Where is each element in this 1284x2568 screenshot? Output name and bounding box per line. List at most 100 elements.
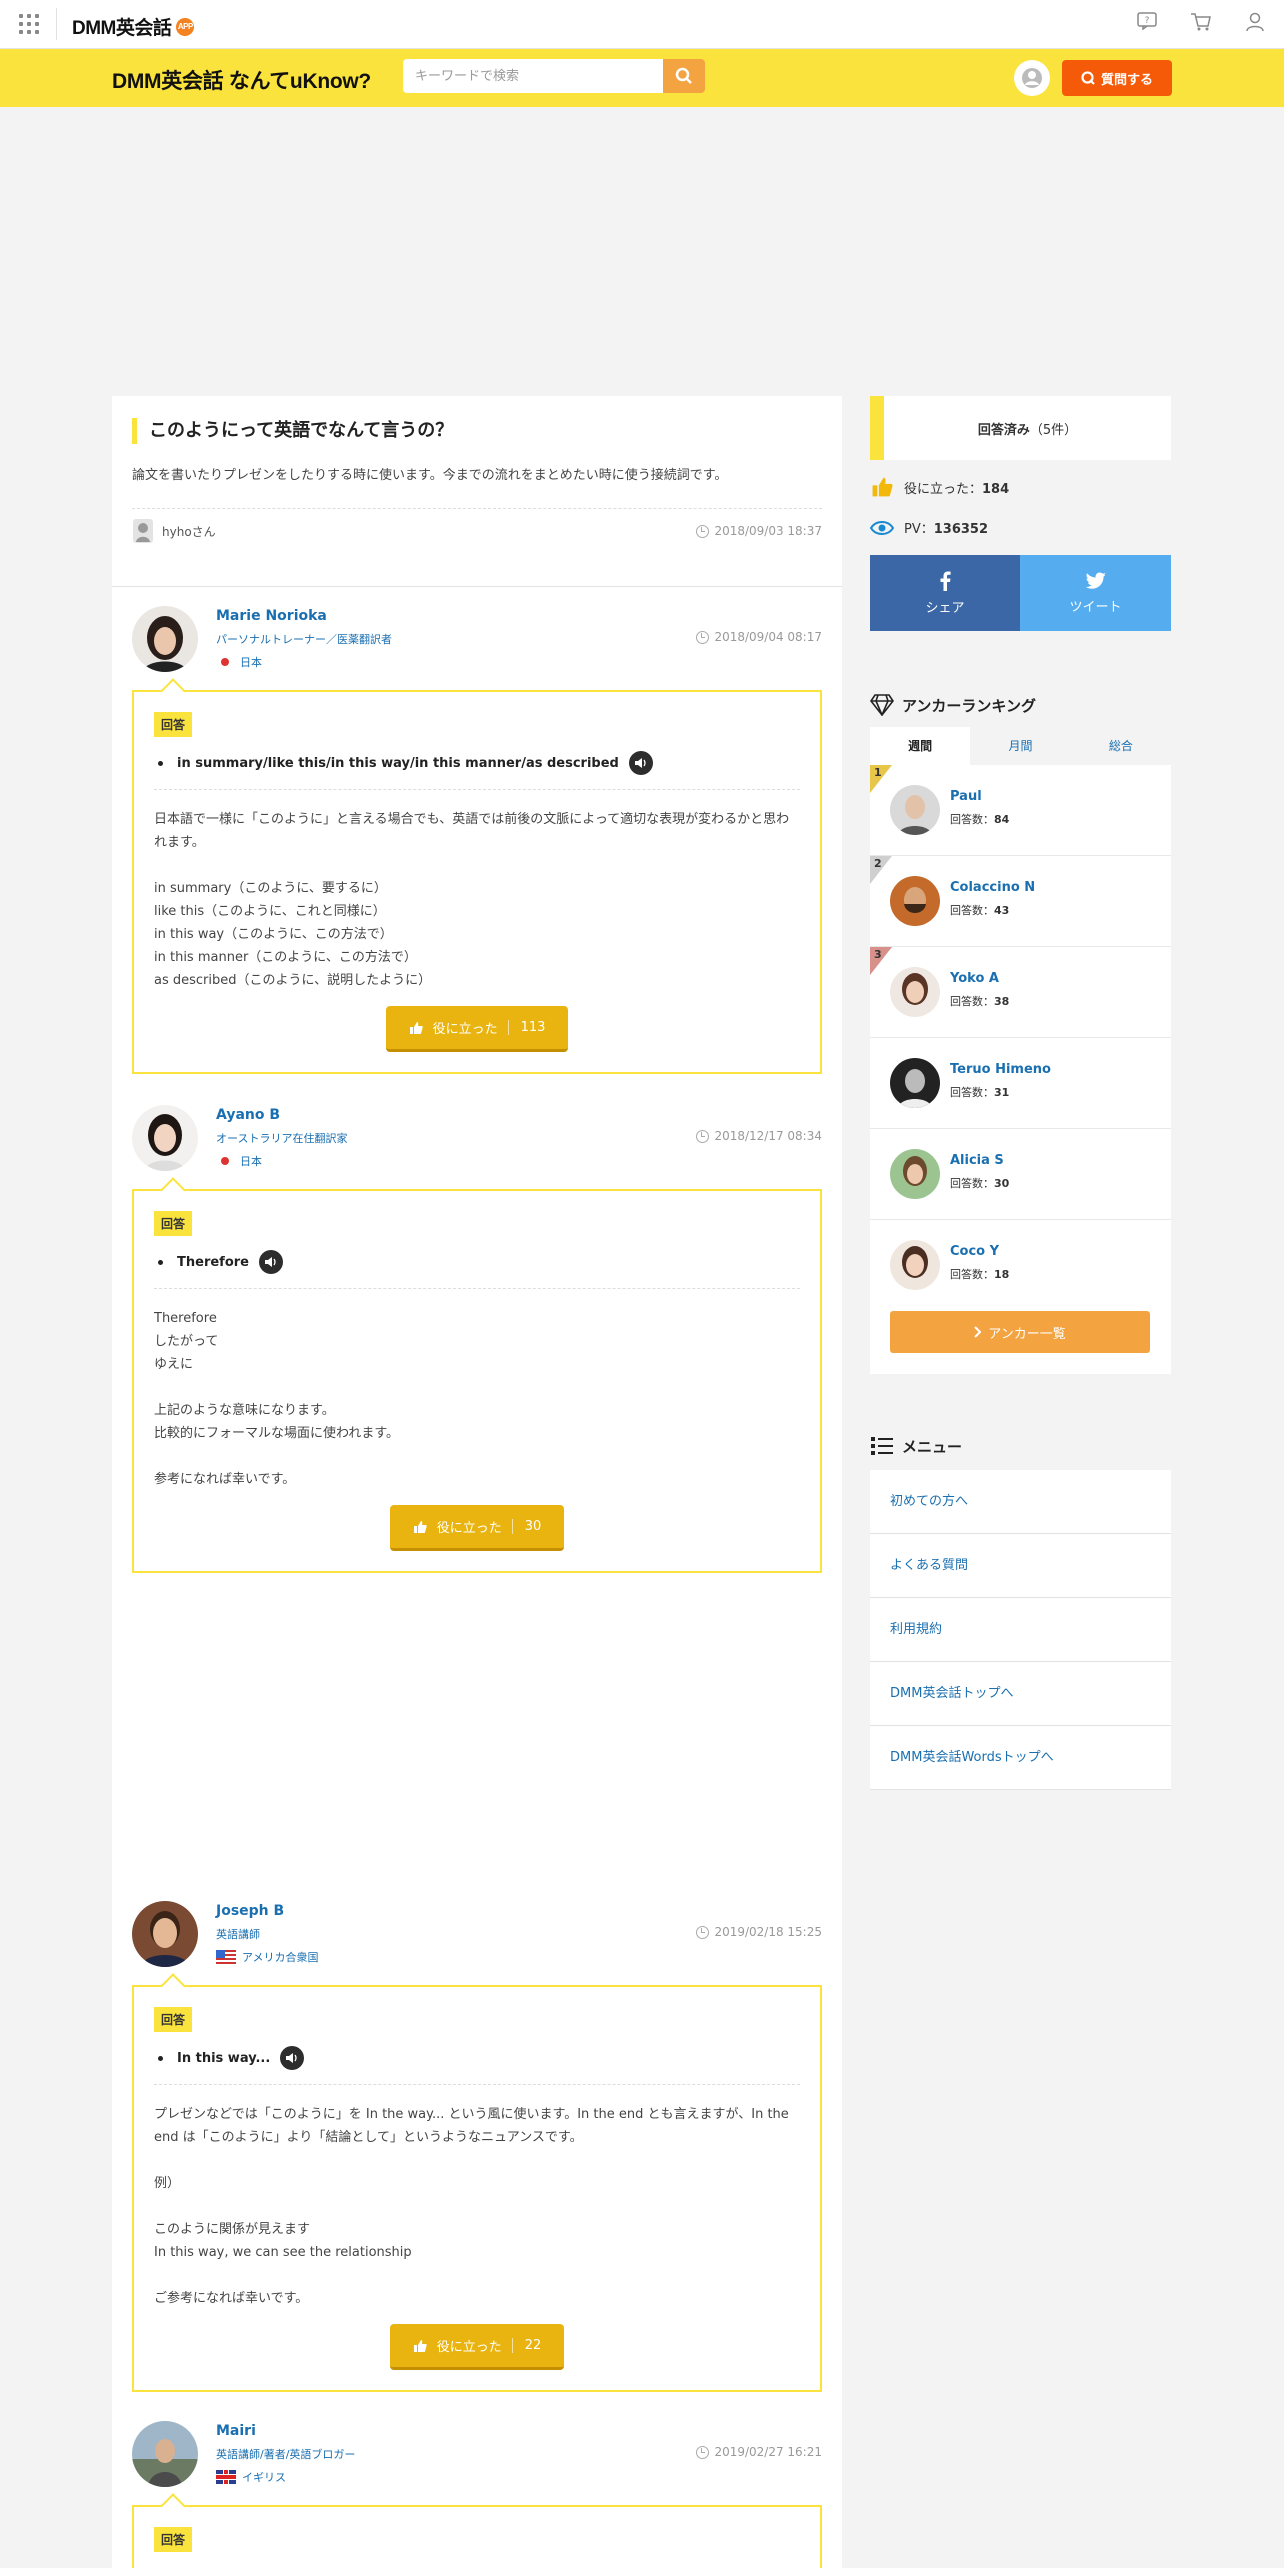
app-badge: APP	[176, 17, 195, 36]
anchor-name[interactable]: Coco Y	[950, 1244, 999, 1259]
facebook-icon	[940, 571, 951, 591]
menu-item-beginners[interactable]: 初めての方へ	[870, 1470, 1171, 1534]
rank-badge: 1	[870, 765, 892, 793]
helpful-button[interactable]: 役に立った 113	[386, 1006, 568, 1052]
tab-weekly[interactable]: 週間	[870, 727, 971, 765]
anchor-name[interactable]: Teruo Himeno	[950, 1062, 1051, 1077]
answer-card: Ayano B オーストラリア在住翻訳家 日本 2018/12/17 08:34…	[132, 1105, 822, 1573]
ranking-title: アンカーランキング	[870, 694, 1036, 716]
answerer-name[interactable]: Ayano B	[216, 1107, 280, 1123]
uk-flag-icon	[216, 2470, 236, 2484]
answer-box: 回答 Therefore Therefore したがって ゆえに 上記のような意…	[132, 1189, 822, 1573]
anchor-avatar	[890, 967, 940, 1017]
anchor-count: 回答数：38	[950, 995, 1010, 1008]
answerer-avatar[interactable]	[132, 606, 198, 672]
ranking-item[interactable]: Teruo Himeno 回答数：31	[870, 1038, 1171, 1129]
helpful-button[interactable]: 役に立った 22	[390, 2324, 564, 2370]
search-button[interactable]	[663, 59, 705, 93]
answerer-job: 英語講師/著者/英語ブロガー	[216, 2448, 356, 2461]
divider	[132, 508, 822, 509]
anchor-avatar	[890, 1149, 940, 1199]
menu-item-terms[interactable]: 利用規約	[870, 1598, 1171, 1662]
question-title: このようにって英語でなんて言うの？	[149, 420, 454, 441]
main-content: このようにって英語でなんて言うの？ 論文を書いたりプレゼンをしたりする時に使いま…	[112, 396, 842, 2568]
help-icon[interactable]: ?	[1136, 12, 1158, 34]
anchor-name[interactable]: Colaccino N	[950, 880, 1035, 895]
cart-icon[interactable]	[1190, 12, 1212, 34]
ranking-tabs: 週間 月間 総合	[870, 727, 1171, 765]
menu-item-dmm-top[interactable]: DMM英会話トップへ	[870, 1662, 1171, 1726]
answerer-name[interactable]: Marie Norioka	[216, 608, 327, 624]
answer-date: 2018/12/17 08:34	[696, 1129, 822, 1143]
top-icons: ?	[1136, 12, 1266, 34]
answerer-country: イギリス	[216, 2469, 286, 2485]
my-avatar[interactable]	[1014, 60, 1050, 96]
answer-date: 2018/09/04 08:17	[696, 630, 822, 644]
anchor-avatar	[890, 1058, 940, 1108]
clock-icon	[696, 2445, 710, 2459]
twitter-share-button[interactable]: ツイート	[1020, 555, 1171, 631]
menu-item-words-top[interactable]: DMM英会話Wordsトップへ	[870, 1726, 1171, 1790]
answerer-avatar[interactable]	[132, 1901, 198, 1967]
search-bar	[403, 59, 705, 93]
rank-badge: 3	[870, 947, 892, 975]
answerer-avatar[interactable]	[132, 1105, 198, 1171]
helpful-button[interactable]: 役に立った 30	[390, 1505, 564, 1551]
answer-date: 2019/02/27 16:21	[696, 2445, 822, 2459]
answerer-name[interactable]: Mairi	[216, 2423, 256, 2439]
anchor-count: 回答数：18	[950, 1268, 1010, 1281]
answer-label: 回答	[154, 2527, 193, 2552]
answer-phrase: Therefore	[154, 1250, 800, 1274]
tab-monthly[interactable]: 月間	[970, 727, 1070, 765]
anchor-name[interactable]: Yoko A	[950, 971, 999, 986]
answerer-country: 日本	[216, 654, 262, 670]
list-icon	[871, 1437, 893, 1455]
answerer-avatar[interactable]	[132, 2421, 198, 2487]
ranking-item[interactable]: 1 Paul 回答数：84	[870, 765, 1171, 856]
anchor-list-button[interactable]: アンカー一覧	[890, 1311, 1150, 1353]
thumbs-up-icon	[413, 1520, 427, 1533]
ranking-item[interactable]: 3 Yoko A 回答数：38	[870, 947, 1171, 1038]
tab-overall[interactable]: 総合	[1071, 727, 1171, 765]
ranking-item[interactable]: 2 Colaccino N 回答数：43	[870, 856, 1171, 947]
usa-flag-icon	[216, 1950, 236, 1964]
speaker-icon[interactable]	[280, 2046, 305, 2070]
japan-flag-icon	[216, 1155, 234, 1167]
ranking-item[interactable]: Coco Y 回答数：18	[870, 1220, 1171, 1311]
clock-icon	[696, 1129, 710, 1143]
answer-label: 回答	[154, 1211, 193, 1236]
answer-label: 回答	[154, 2007, 193, 2032]
dmm-logo[interactable]: DMM英会話 APP	[72, 13, 195, 40]
speaker-icon[interactable]	[258, 1250, 283, 1274]
search-icon	[675, 67, 692, 84]
divider	[154, 2084, 800, 2085]
ranking-item[interactable]: Alicia S 回答数：30	[870, 1129, 1171, 1220]
answerer-name[interactable]: Joseph B	[216, 1903, 284, 1919]
thumbs-up-icon	[413, 2339, 427, 2352]
menu-item-faq[interactable]: よくある質問	[870, 1534, 1171, 1598]
side-menu: 初めての方へ よくある質問 利用規約 DMM英会話トップへ DMM英会話Word…	[870, 1470, 1171, 1790]
answer-text: 日本語で一様に「このように」と言える場合でも、英語では前後の文脈によって適切な表…	[154, 812, 790, 988]
clock-icon	[696, 630, 710, 644]
speaker-icon[interactable]	[628, 751, 653, 775]
uknow-logo[interactable]: DMM英会話 なんてuKnow?	[112, 65, 371, 95]
ranking-list: 1 Paul 回答数：84 2 Colaccino N 回答数：43 3 Yok…	[870, 765, 1171, 1374]
anchor-name[interactable]: Paul	[950, 789, 982, 804]
answer-text: Therefore したがって ゆえに 上記のような意味になります。 比較的にフ…	[154, 1311, 400, 1487]
facebook-share-button[interactable]: シェア	[870, 555, 1020, 631]
apps-grid-icon[interactable]	[19, 14, 39, 34]
ask-question-button[interactable]: 質問する	[1062, 60, 1172, 96]
answer-card: Mairi 英語講師/著者/英語ブロガー イギリス 2019/02/27 16:…	[132, 2421, 822, 2568]
answerer-job: パーソナルトレーナー／医薬翻訳者	[216, 633, 392, 646]
question-author[interactable]: hyhoさん	[132, 518, 216, 544]
clock-icon	[696, 1925, 710, 1939]
user-icon[interactable]	[1244, 12, 1266, 34]
search-input[interactable]	[403, 59, 663, 93]
answered-status: 回答済み （5件）	[870, 396, 1171, 460]
divider	[154, 1288, 800, 1289]
answer-box: 回答 in summary/like this/in this way/in t…	[132, 690, 822, 1074]
answer-box: 回答	[132, 2505, 822, 2568]
anchor-avatar	[890, 785, 940, 835]
svg-text:?: ?	[1145, 16, 1150, 26]
anchor-name[interactable]: Alicia S	[950, 1153, 1004, 1168]
